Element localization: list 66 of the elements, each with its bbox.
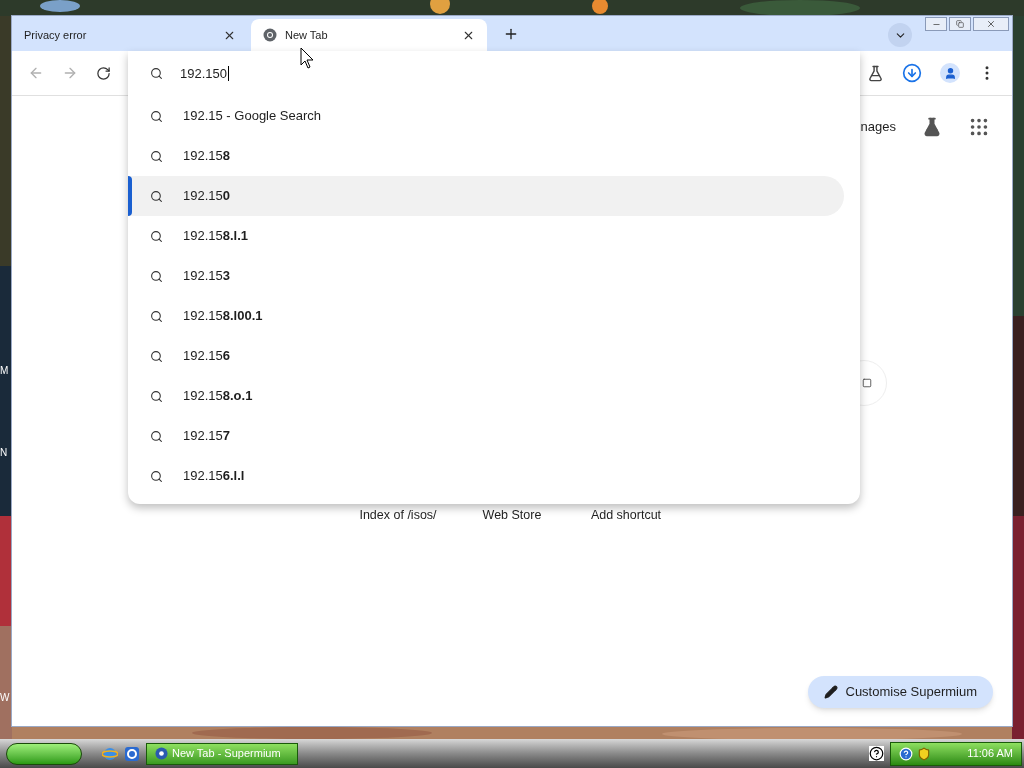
suggestion-text: 192.158.o.1 — [183, 387, 253, 406]
text-cursor — [228, 66, 229, 81]
suggestion-text: 192.153 — [183, 267, 230, 286]
search-icon — [150, 269, 163, 283]
browser-tab[interactable]: New Tab — [251, 19, 487, 51]
search-icon — [150, 389, 163, 403]
tab-title: Privacy error — [24, 27, 88, 43]
chrome-logo-icon — [155, 747, 168, 760]
flask-icon[interactable] — [867, 64, 884, 82]
suggestion-item[interactable]: 192.156 — [128, 336, 844, 376]
suggestion-text: 192.158.l00.1 — [183, 307, 263, 326]
search-icon — [150, 109, 163, 123]
suggestion-item[interactable]: 192.158.l00.1 — [128, 296, 844, 336]
suggestion-text: 192.156.l.l — [183, 467, 245, 486]
suggestion-text: 192.150 — [183, 187, 230, 206]
suggestion-text: 192.156 — [183, 347, 230, 366]
tab-title: New Tab — [285, 27, 329, 43]
close-icon — [986, 19, 996, 29]
suggestion-item[interactable]: 192.157 — [128, 416, 844, 456]
restore-button[interactable] — [949, 17, 971, 31]
help-icon[interactable] — [869, 746, 884, 761]
suggestion-item[interactable]: 192.158.o.1 — [128, 376, 844, 416]
browser-icon[interactable] — [102, 745, 118, 762]
download-icon[interactable] — [902, 63, 922, 83]
suggestion-item[interactable]: 192.158 — [128, 136, 844, 176]
browser-tab[interactable]: Privacy error — [12, 19, 248, 51]
search-icon — [150, 469, 163, 483]
taskbar-button-label: New Tab - Supermium — [172, 746, 281, 762]
search-icon — [150, 67, 163, 80]
profile-icon[interactable] — [940, 63, 960, 83]
shield-icon[interactable] — [917, 746, 931, 761]
app-icon[interactable] — [124, 745, 140, 762]
restore-icon — [956, 20, 964, 28]
search-icon — [150, 349, 163, 363]
shortcut-label[interactable]: Add shortcut — [570, 506, 682, 525]
suggestion-item[interactable]: 192.158.l.1 — [128, 216, 844, 256]
reload-icon[interactable] — [96, 65, 111, 81]
suggestion-item[interactable]: 192.150 — [128, 176, 844, 216]
suggestion-text: 192.15 - Google Search — [183, 107, 322, 126]
search-icon — [150, 149, 163, 163]
start-button[interactable] — [6, 742, 82, 765]
new-tab-icon[interactable] — [503, 26, 519, 42]
search-icon — [150, 309, 163, 323]
customise-button[interactable]: Customise Supermium — [807, 676, 993, 708]
search-icon — [150, 229, 163, 243]
suggestion-item[interactable]: 192.156.l.l — [128, 456, 844, 496]
suggestion-text: 192.158 — [183, 147, 230, 166]
address-field[interactable]: 192.150 — [180, 63, 229, 84]
suggestion-text: 192.157 — [183, 427, 230, 446]
search-icon — [150, 429, 163, 443]
shortcut-label[interactable]: Web Store — [456, 506, 568, 525]
close-button[interactable] — [973, 17, 1009, 31]
selection-indicator — [128, 176, 132, 216]
flask-icon[interactable] — [922, 117, 942, 137]
shortcut-icon — [862, 378, 872, 388]
tab-search-button[interactable] — [888, 23, 912, 47]
shortcut-label[interactable]: Index of /isos/ — [342, 506, 454, 525]
suggestion-item[interactable]: 192.153 — [128, 256, 844, 296]
suggestion-item[interactable]: 192.15 - Google Search — [128, 96, 844, 136]
suggestion-text: 192.158.l.1 — [183, 227, 249, 246]
search-icon — [150, 189, 163, 203]
pencil-icon — [823, 685, 838, 699]
apps-icon[interactable] — [968, 116, 990, 138]
chrome-logo-icon — [263, 28, 277, 42]
clock: 11:06 AM — [967, 746, 1013, 762]
images-link[interactable]: nages — [860, 117, 896, 137]
